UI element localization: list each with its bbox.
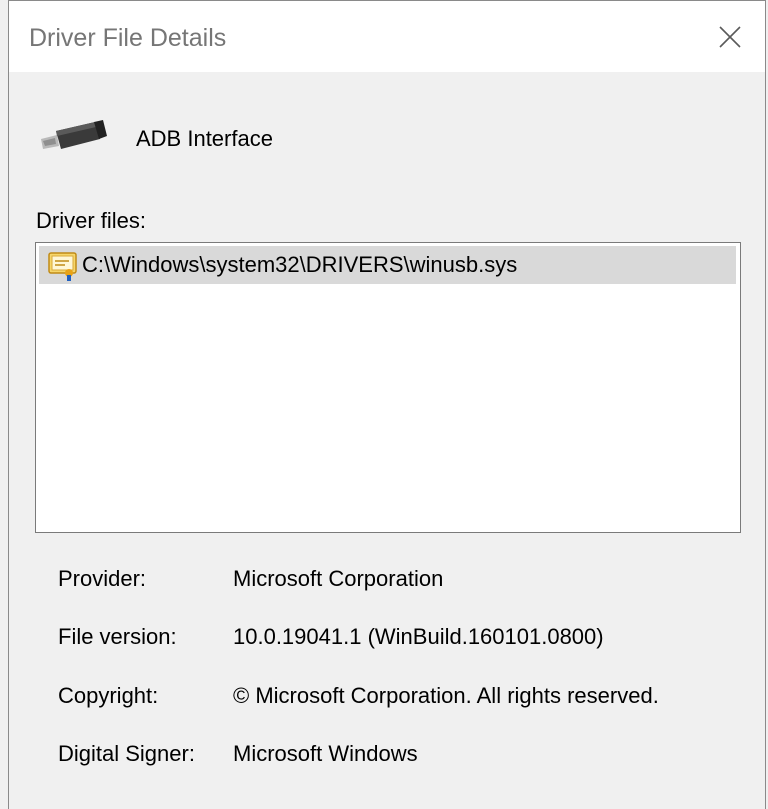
provider-value: Microsoft Corporation	[233, 566, 444, 591]
device-name: ADB Interface	[136, 126, 273, 151]
driver-files-list[interactable]: C:\Windows\system32\DRIVERS\winusb.sys	[35, 242, 741, 533]
close-button[interactable]	[695, 1, 765, 72]
driver-files-label: Driver files:	[36, 208, 147, 233]
digital-signer-value: Microsoft Windows	[233, 741, 418, 766]
certificate-file-icon	[48, 252, 77, 281]
title-bar: Driver File Details	[9, 1, 765, 72]
driver-file-details-dialog: Driver File Details ADB Interface Driver…	[8, 0, 766, 809]
file-version-label: File version:	[58, 624, 177, 649]
list-item[interactable]: C:\Windows\system32\DRIVERS\winusb.sys	[39, 246, 736, 284]
copyright-value: © Microsoft Corporation. All rights rese…	[233, 683, 659, 708]
close-icon	[719, 25, 741, 48]
window-title: Driver File Details	[29, 24, 227, 52]
driver-file-path: C:\Windows\system32\DRIVERS\winusb.sys	[82, 252, 518, 277]
digital-signer-label: Digital Signer:	[58, 741, 195, 766]
copyright-label: Copyright:	[58, 683, 159, 708]
provider-label: Provider:	[58, 566, 147, 591]
usb-plug-icon	[41, 120, 107, 149]
file-version-value: 10.0.19041.1 (WinBuild.160101.0800)	[233, 624, 604, 649]
